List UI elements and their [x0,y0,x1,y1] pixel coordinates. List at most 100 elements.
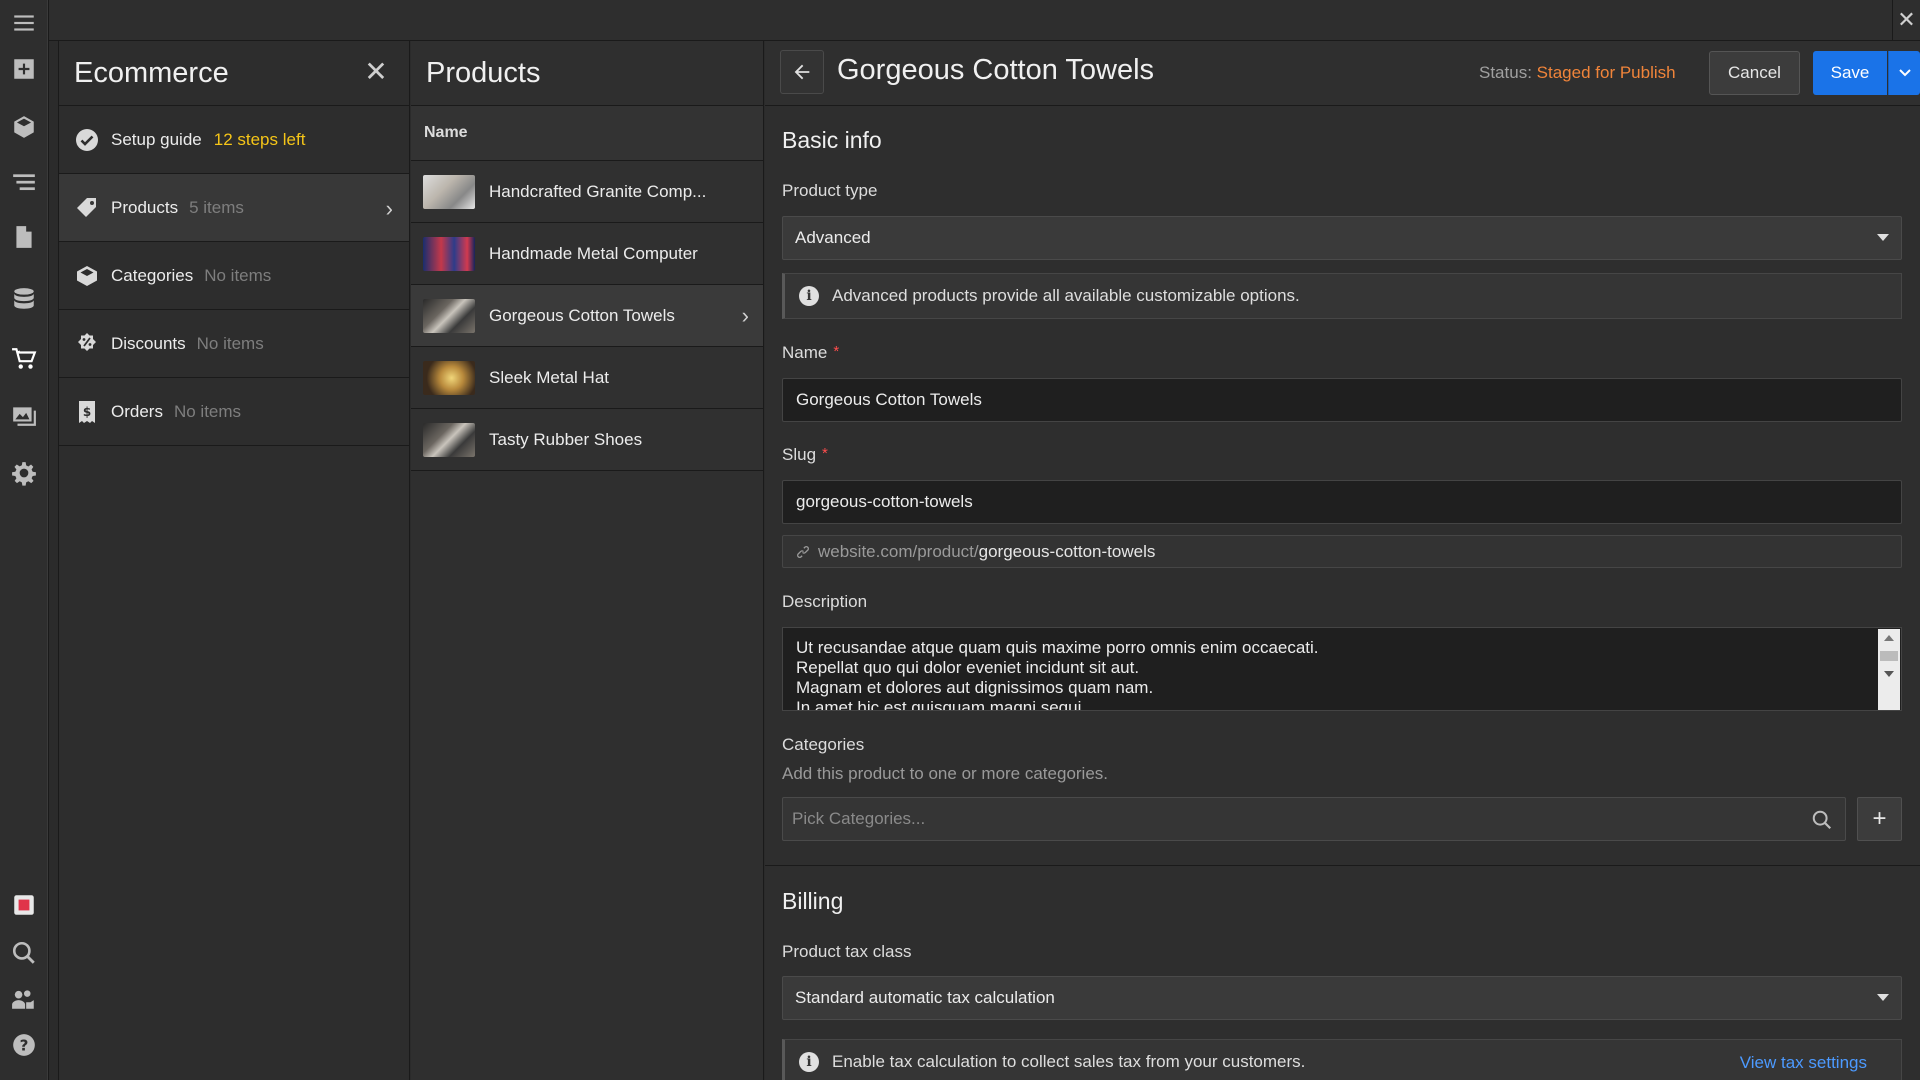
check-circle-icon [75,128,99,152]
description-scrollbar[interactable] [1878,629,1900,710]
sidebar-item-categories[interactable]: Categories No items [59,242,409,310]
product-row[interactable]: Handmade Metal Computer [411,223,763,285]
info-text: Advanced products provide all available … [832,286,1300,305]
sidebar-item-label: Products [111,197,179,217]
ecommerce-panel: Ecommerce ✕ Setup guide 12 steps left Pr… [58,41,410,1080]
section-divider [765,865,1920,866]
slug-value: gorgeous-cotton-towels [796,492,973,511]
sidebar-item-label: Discounts [111,333,186,353]
tax-info-text: Enable tax calculation to collect sales … [832,1052,1306,1071]
description-line: Magnam et dolores aut dignissimos quam n… [796,678,1154,697]
cube-icon [75,264,99,288]
sidebar-item-label: Orders [111,401,163,421]
column-header-name[interactable]: Name [411,106,763,161]
caret-down-icon [1877,234,1889,241]
description-textarea[interactable]: Ut recusandae atque quam quis maxime por… [782,627,1902,711]
search-icon [1812,810,1832,830]
slug-label-text: Slug [782,445,817,464]
item-count: No items [204,265,272,285]
panel-title: Products [426,56,541,89]
product-type-value: Advanced [795,228,871,247]
product-name: Tasty Rubber Shoes [489,429,643,449]
close-icon[interactable]: ✕ [363,58,389,86]
sidebar-item-products[interactable]: Products 5 items › [59,174,409,242]
back-button[interactable] [780,50,824,94]
scroll-up-icon[interactable] [1884,635,1894,641]
tag-icon [75,196,99,220]
pages-icon[interactable] [0,214,48,260]
tax-class-select[interactable]: Standard automatic tax calculation [782,976,1902,1020]
categories-label: Categories [782,735,865,754]
product-name: Handmade Metal Computer [489,243,698,263]
product-name: Sleek Metal Hat [489,367,609,387]
navigator-icon[interactable] [0,160,48,206]
url-prefix: website.com/product/ [818,541,979,561]
chevron-down-icon [1898,69,1911,77]
arrow-left-icon [794,64,810,80]
add-category-button[interactable]: + [1857,797,1902,841]
cancel-button[interactable]: Cancel [1709,51,1800,95]
search-icon[interactable] [0,930,48,976]
product-type-label: Product type [782,181,878,200]
save-options-button[interactable] [1888,51,1920,95]
name-field[interactable]: Gorgeous Cotton Towels [782,378,1902,422]
categories-hint: Add this product to one or more categori… [782,764,1109,783]
required-mark: * [822,445,828,462]
page-title: Gorgeous Cotton Towels [837,54,1155,86]
product-editor: Gorgeous Cotton Towels Status: Staged fo… [765,41,1920,1080]
product-row[interactable]: Sleek Metal Hat [411,347,763,409]
categories-placeholder: Pick Categories... [792,809,926,828]
editor-header: Gorgeous Cotton Towels Status: Staged fo… [765,41,1920,106]
status-badge: Staged for Publish [1536,63,1676,82]
slug-label: Slug * [782,445,828,465]
product-row[interactable]: Tasty Rubber Shoes [411,409,763,471]
menu-icon[interactable] [0,0,48,46]
tax-class-label: Product tax class [782,942,912,961]
scroll-thumb[interactable] [1880,651,1898,661]
description-label: Description [782,592,868,611]
record-icon[interactable] [0,882,48,928]
sidebar-item-orders[interactable]: $ Orders No items [59,378,409,446]
name-value: Gorgeous Cotton Towels [796,390,982,409]
svg-text:$: $ [83,405,91,419]
product-name: Handcrafted Granite Comp... [489,181,707,201]
add-icon[interactable] [0,46,48,92]
setup-guide-item[interactable]: Setup guide 12 steps left [59,106,409,174]
product-type-select[interactable]: Advanced [782,216,1902,260]
scroll-down-icon[interactable] [1884,671,1894,677]
cms-icon[interactable] [0,276,48,322]
info-icon: i [799,286,819,306]
status-label: Status: [1479,63,1532,82]
item-count: 5 items [189,197,244,217]
product-row[interactable]: Gorgeous Cotton Towels › [411,285,763,347]
product-thumbnail [423,360,475,395]
sidebar-item-label: Categories [111,265,194,285]
discount-gear-icon [75,332,99,356]
view-tax-settings-link[interactable]: View tax settings [1740,1053,1867,1073]
settings-icon[interactable] [0,450,48,496]
setup-guide-label: Setup guide [111,129,202,149]
chevron-right-icon: › [741,303,749,328]
product-url-preview: website.com/product/gorgeous-cotton-towe… [782,535,1902,568]
description-line: In amet hic est quisquam magni sequi. [796,698,1087,711]
product-thumbnail [423,174,475,209]
window-close-button[interactable]: ✕ [1892,0,1920,40]
description-line: Repellat quo qui dolor eveniet incidunt … [796,658,1140,677]
cart-icon[interactable] [0,336,48,382]
assets-icon[interactable] [0,392,48,438]
receipt-dollar-icon: $ [75,400,99,424]
product-row[interactable]: Handcrafted Granite Comp... [411,161,763,223]
box-icon[interactable] [0,104,48,150]
sidebar-item-discounts[interactable]: Discounts No items [59,310,409,378]
chevron-right-icon: › [385,196,393,221]
help-icon[interactable]: ? [0,1022,48,1068]
tax-info: i Enable tax calculation to collect sale… [782,1039,1902,1080]
product-thumbnail [423,422,475,457]
save-button[interactable]: Save [1813,51,1887,95]
section-title-basic-info: Basic info [782,127,882,153]
categories-search-input[interactable]: Pick Categories... [782,797,1846,841]
slug-field[interactable]: gorgeous-cotton-towels [782,480,1902,524]
name-label-text: Name [782,343,828,362]
required-mark: * [833,343,840,360]
users-icon[interactable] [0,976,48,1022]
